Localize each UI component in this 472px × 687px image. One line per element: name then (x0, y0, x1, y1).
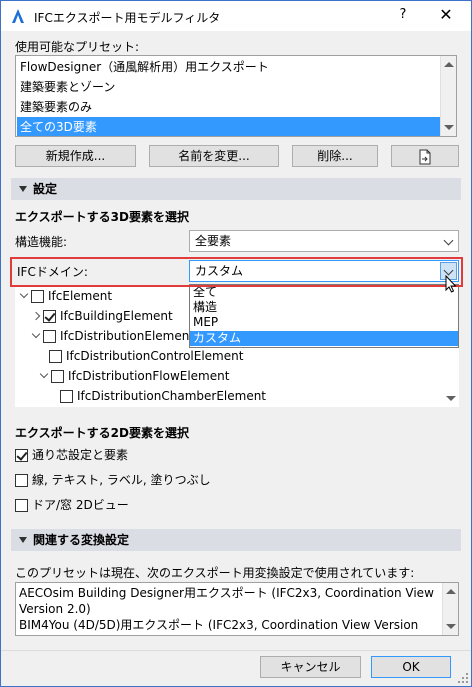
cancel-button[interactable]: キャンセル (260, 656, 361, 678)
option-label: 通り芯設定と要素 (32, 448, 129, 462)
tree-checkbox[interactable] (43, 330, 56, 343)
presets-label: 使用可能なプリセット: (15, 40, 140, 54)
footer-divider (1, 650, 471, 651)
highlight-frame (10, 257, 463, 287)
checkbox[interactable] (15, 449, 28, 462)
help-button[interactable]: ? (392, 7, 414, 25)
scroll-down-icon[interactable] (444, 125, 454, 130)
dropdown-option-selected[interactable]: カスタム (190, 331, 458, 346)
tree-node-label: IfcElement (48, 289, 113, 303)
structure-select[interactable]: 全要素 (189, 230, 459, 252)
export-2d-title: エクスポートする2D要素を選択 (15, 426, 189, 440)
preset-item-selected[interactable]: 全ての3D要素 (17, 117, 441, 136)
new-preset-button[interactable]: 新規作成... (15, 145, 136, 167)
rename-preset-button[interactable]: 名前を変更... (149, 145, 279, 167)
tree-checkbox[interactable] (49, 350, 62, 363)
scroll-down-icon[interactable] (446, 396, 456, 401)
preset-list-scrollbar[interactable] (440, 56, 456, 136)
related-entry-line: Version 2.0) (19, 602, 91, 616)
related-section-header[interactable]: 関連する変換設定 (11, 529, 461, 551)
dropdown-option[interactable]: 構造 (190, 300, 458, 315)
collapse-triangle-icon[interactable] (19, 537, 27, 543)
scroll-down-icon[interactable] (446, 624, 456, 629)
expand-chevron-icon[interactable] (31, 311, 41, 321)
related-entry-line: AECOsim Building Designer用エクスポート (IFC2x3… (19, 586, 434, 600)
related-description: このプリセットは現在、次のエクスポート用変換設定で使用されています: (15, 566, 415, 580)
scroll-up-icon[interactable] (446, 589, 456, 594)
export-file-icon (419, 149, 431, 165)
preset-list[interactable]: FlowDesigner（通風解析用）用エクスポート 建築要素とゾーン 建築要素… (15, 55, 457, 137)
ok-button[interactable]: OK (371, 656, 451, 678)
mouse-cursor-icon (445, 275, 457, 293)
expand-chevron-icon[interactable] (39, 369, 49, 379)
ifc-domain-dropdown-list[interactable]: 全て 構造 MEP カスタム (189, 284, 459, 348)
settings-header-label: 設定 (33, 182, 58, 196)
related-settings-list[interactable]: AECOsim Building Designer用エクスポート (IFC2x3… (15, 582, 459, 636)
collapse-triangle-icon[interactable] (19, 186, 27, 192)
option-label: ドア/窓 2Dビュー (32, 498, 129, 512)
tree-node-label: IfcDistributionChamberElement (77, 389, 267, 403)
structure-select-value: 全要素 (195, 234, 232, 248)
preset-item[interactable]: 建築要素とゾーン (17, 77, 441, 97)
delete-preset-button[interactable]: 削除... (292, 145, 378, 167)
resize-grip-icon[interactable] (457, 672, 469, 684)
expand-chevron-icon[interactable] (19, 289, 29, 299)
structure-label: 構造機能: (15, 235, 68, 249)
dropdown-option[interactable]: 全て (190, 285, 458, 300)
chevron-down-icon (443, 235, 454, 246)
tree-node-label: IfcDistributionElement (60, 329, 195, 343)
checkbox[interactable] (15, 499, 28, 512)
window-title: IFCエクスポート用モデルフィルタ (34, 11, 221, 25)
dialog-window: IFCエクスポート用モデルフィルタ ? ✕ 使用可能なプリセット: FlowDe… (0, 0, 472, 687)
close-button[interactable]: ✕ (435, 5, 457, 25)
related-header-label: 関連する変換設定 (33, 533, 130, 547)
scroll-up-icon[interactable] (444, 62, 454, 67)
related-entry-line: BIM4You (4D/5D)用エクスポート (IFC2x3, Coordina… (19, 618, 419, 635)
title-bar[interactable]: IFCエクスポート用モデルフィルタ ? ✕ (1, 1, 471, 31)
related-list-scrollbar[interactable] (442, 583, 458, 635)
tree-checkbox[interactable] (51, 370, 64, 383)
option-label: 線, テキスト, ラベル, 塗りつぶし (32, 473, 211, 487)
dropdown-option[interactable]: MEP (190, 315, 458, 330)
checkbox[interactable] (15, 474, 28, 487)
preset-item[interactable]: 建築要素のみ (17, 97, 441, 117)
archicad-app-icon (12, 9, 24, 23)
preset-item[interactable]: FlowDesigner（通風解析用）用エクスポート (17, 57, 441, 77)
tree-checkbox[interactable] (43, 310, 56, 323)
tree-node-label: IfcDistributionControlElement (66, 349, 244, 363)
tree-node-label: IfcBuildingElement (60, 309, 173, 323)
tree-node-label: IfcDistributionFlowElement (68, 369, 230, 383)
export-3d-title: エクスポートする3D要素を選択 (15, 210, 189, 224)
settings-section-header[interactable]: 設定 (11, 178, 461, 200)
export-preset-button[interactable] (391, 145, 459, 167)
tree-checkbox[interactable] (31, 290, 44, 303)
tree-checkbox[interactable] (60, 390, 73, 403)
expand-chevron-icon[interactable] (31, 329, 41, 339)
